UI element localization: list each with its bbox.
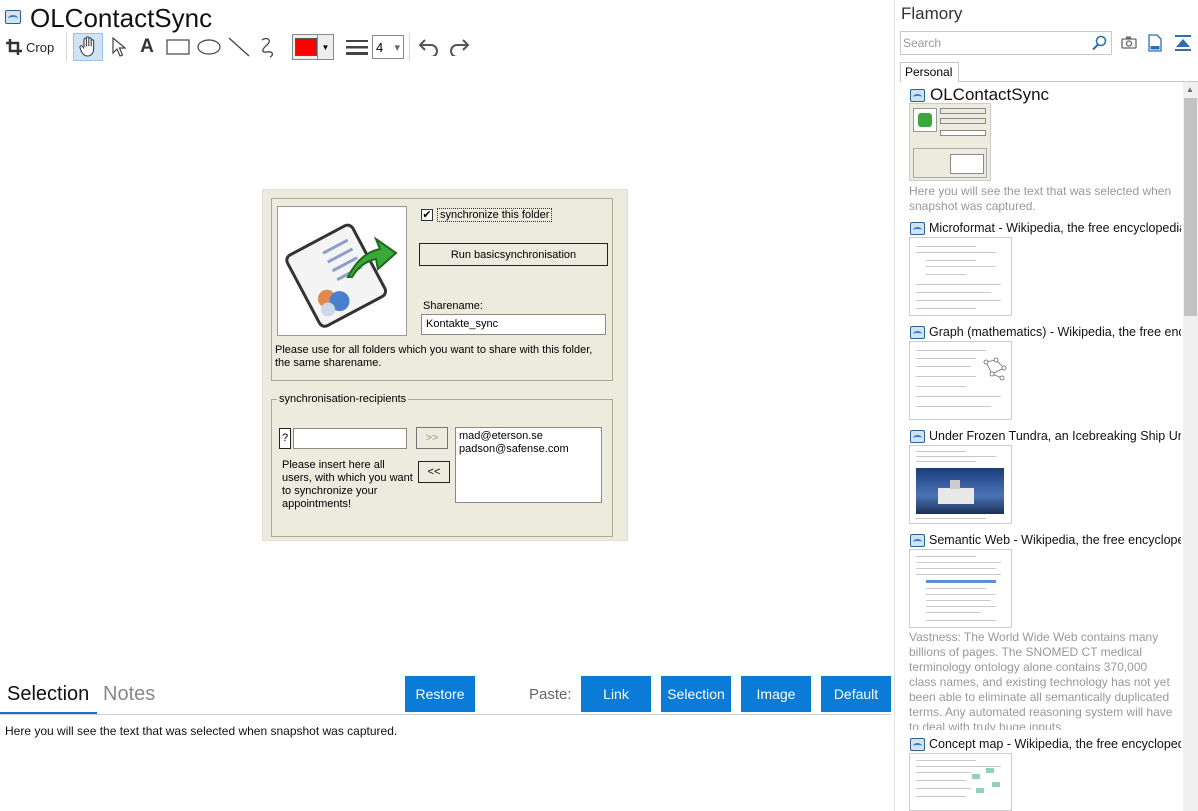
- tab-personal[interactable]: Personal: [900, 62, 959, 82]
- page-title: OLContactSync: [30, 3, 213, 33]
- snapshot-thumbnail[interactable]: [909, 341, 1012, 420]
- snapshot-icon: [910, 430, 925, 443]
- run-sync-label: Run basicsynchronisation: [450, 248, 577, 261]
- paste-label: Paste:: [529, 686, 572, 703]
- recipients-group-title: synchronisation-recipients: [277, 393, 409, 405]
- synchronize-label: synchronize this folder: [437, 208, 553, 222]
- line-width-select[interactable]: 4 ▾: [372, 35, 404, 59]
- snapshot-title[interactable]: Under Frozen Tundra, an Icebreaking Ship…: [929, 429, 1181, 443]
- snapshot-title[interactable]: Concept map - Wikipedia, the free encycl…: [929, 737, 1181, 751]
- run-sync-button: Run basicsynchronisation: [419, 243, 608, 266]
- snapshot-image: ✔ synchronize this folder Run basicsynch…: [262, 189, 628, 541]
- help-button: ?: [279, 428, 291, 449]
- snapshot-thumbnail[interactable]: [909, 103, 991, 181]
- paste-link-button[interactable]: Link: [581, 676, 651, 712]
- collapse-icon[interactable]: [1175, 34, 1191, 57]
- paste-default-button[interactable]: Default: [821, 676, 891, 712]
- snapshot-icon: [910, 89, 925, 102]
- snapshot-icon: [910, 326, 925, 339]
- snapshot-title[interactable]: Microformat - Wikipedia, the free encycl…: [929, 221, 1181, 235]
- chevron-down-icon: ▾: [394, 41, 400, 54]
- ellipse-tool[interactable]: [195, 33, 223, 61]
- redo-button[interactable]: [446, 33, 472, 61]
- redo-icon: [450, 39, 470, 56]
- snapshot-title[interactable]: OLContactSync: [930, 85, 1182, 105]
- select-tool[interactable]: [107, 33, 131, 61]
- divider: [0, 714, 891, 715]
- contact-sync-logo: [277, 206, 407, 336]
- sharename-field: Kontakte_sync: [421, 314, 606, 335]
- crop-tool[interactable]: Crop: [6, 33, 58, 61]
- snapshot-thumbnail[interactable]: [909, 753, 1012, 811]
- restore-button[interactable]: Restore: [405, 676, 475, 712]
- snapshot-icon: [910, 738, 925, 751]
- snapshot-thumbnail[interactable]: [909, 445, 1012, 524]
- rectangle-icon: [166, 39, 190, 55]
- line-icon: [228, 37, 250, 57]
- snapshot-thumbnail[interactable]: [909, 549, 1012, 628]
- snapshot-title[interactable]: Semantic Web - Wikipedia, the free encyc…: [929, 533, 1181, 547]
- hand-tool[interactable]: [73, 33, 103, 61]
- ellipse-icon: [197, 39, 221, 55]
- color-swatch: [295, 38, 317, 56]
- snapshot-icon: [910, 534, 925, 547]
- undo-icon: [418, 39, 438, 56]
- line-width-tool[interactable]: [344, 33, 370, 61]
- freehand-tool[interactable]: [256, 33, 280, 61]
- search-icon[interactable]: [1091, 35, 1107, 56]
- camera-icon[interactable]: [1121, 35, 1137, 54]
- text-tool[interactable]: A: [136, 33, 158, 61]
- sidebar-divider: [894, 0, 895, 811]
- page-icon[interactable]: [1148, 34, 1162, 57]
- recipient-input: [293, 428, 407, 449]
- hand-icon: [79, 36, 95, 57]
- crop-label: Crop: [26, 39, 55, 55]
- scrollbar-thumb[interactable]: [1184, 98, 1197, 316]
- sharename-label: Sharename:: [423, 300, 483, 312]
- snapshot-description: Vastness: The World Wide Web contains ma…: [909, 630, 1173, 730]
- line-tool[interactable]: [226, 33, 252, 61]
- recipients-list: mad@eterson.se padson@safense.com: [455, 427, 602, 503]
- cursor-arrow-icon: [112, 37, 126, 57]
- rectangle-tool[interactable]: [164, 33, 192, 61]
- paste-selection-button[interactable]: Selection: [661, 676, 731, 712]
- recipients-hint: Please insert here all users, with which…: [282, 459, 413, 510]
- snapshot-thumbnail[interactable]: [909, 237, 1012, 316]
- snapshot-description: Here you will see the text that was sele…: [909, 184, 1172, 213]
- freehand-icon: [261, 37, 274, 58]
- line-width-icon: [346, 40, 368, 55]
- list-item: mad@eterson.se: [459, 430, 543, 442]
- remove-recipient-button: <<: [418, 461, 450, 483]
- synchronize-checkbox: ✔: [421, 209, 433, 221]
- sharename-hint: Please use for all folders which you wan…: [275, 344, 593, 369]
- paste-image-button[interactable]: Image: [741, 676, 811, 712]
- tab-selection[interactable]: Selection: [7, 683, 89, 706]
- chevron-down-icon: ▼: [317, 35, 333, 59]
- selection-text[interactable]: Here you will see the text that was sele…: [5, 724, 397, 738]
- snapshot-icon: [910, 222, 925, 235]
- crop-icon: [6, 39, 22, 55]
- line-width-value: 4: [376, 39, 384, 55]
- divider: [959, 81, 1198, 82]
- app-icon: [5, 10, 21, 24]
- color-picker[interactable]: ▼: [292, 34, 334, 60]
- sidebar-title: Flamory: [901, 4, 963, 23]
- search-input[interactable]: Search: [903, 36, 941, 50]
- undo-button[interactable]: [416, 33, 442, 61]
- add-recipient-button: >>: [416, 427, 448, 449]
- tab-notes[interactable]: Notes: [103, 683, 155, 706]
- list-item: padson@safense.com: [459, 443, 569, 455]
- scroll-up-icon[interactable]: ▲: [1186, 85, 1194, 94]
- contact-sync-logo-icon: [285, 223, 398, 328]
- snapshot-title[interactable]: Graph (mathematics) - Wikipedia, the fre…: [929, 325, 1181, 339]
